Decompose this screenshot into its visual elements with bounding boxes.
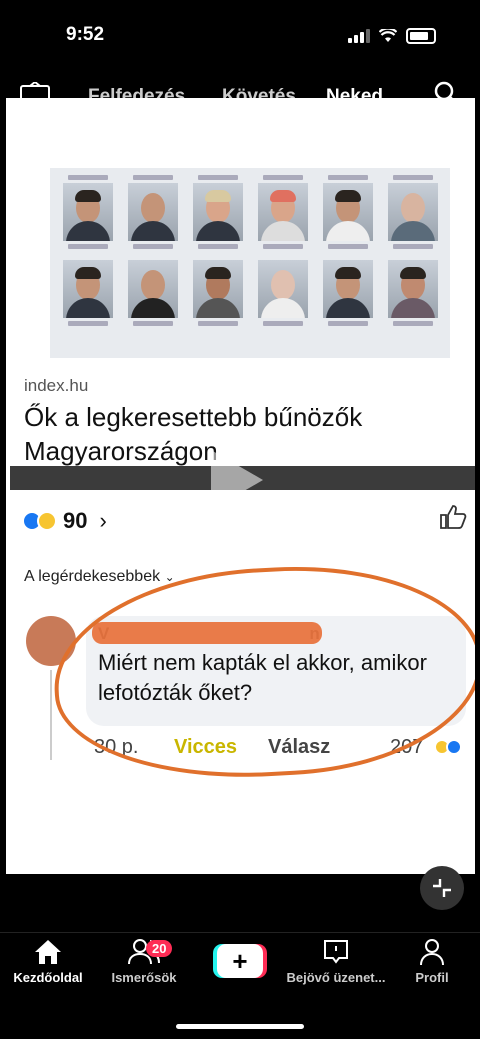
play-icon[interactable] <box>211 450 263 510</box>
nav-inbox-label: Bejövő üzenet... <box>286 970 386 985</box>
create-button[interactable]: + <box>213 944 267 978</box>
nav-profile[interactable]: Profil <box>384 938 480 985</box>
mugshot <box>190 172 245 252</box>
friends-badge: 20 <box>146 940 173 957</box>
mugshot <box>385 172 440 252</box>
mugshot <box>255 260 310 329</box>
mugshot <box>385 260 440 329</box>
reaction-count: 90 <box>63 508 88 533</box>
funny-reaction-button[interactable]: Vicces <box>174 736 237 759</box>
chevron-right-icon: › <box>99 508 107 533</box>
like-reaction-icon <box>446 739 462 755</box>
reaction-icons <box>22 511 57 531</box>
status-bar: 9:52 <box>0 0 480 70</box>
mugshot <box>125 172 180 252</box>
nav-profile-label: Profil <box>415 970 449 985</box>
comment-bubble[interactable]: Vn Miért nem kapták el akkor, amikor lef… <box>86 616 466 726</box>
reply-button[interactable]: Válasz <box>268 736 330 759</box>
clock: 9:52 <box>66 24 105 45</box>
thread-line <box>50 670 52 760</box>
comment-time: 30 p. <box>94 736 139 758</box>
comment-sort-dropdown[interactable]: A legérdekesebbek ⌄ <box>24 568 175 586</box>
status-icons <box>348 28 436 44</box>
home-icon <box>35 940 61 964</box>
mugshot <box>60 172 115 252</box>
profile-icon <box>420 939 444 966</box>
avatar[interactable] <box>26 616 76 666</box>
chevron-down-icon: ⌄ <box>164 570 175 584</box>
article-source[interactable]: index.hu <box>24 376 88 396</box>
mugshot <box>320 260 375 329</box>
nav-home[interactable]: Kezdőoldal <box>0 938 96 985</box>
wifi-icon <box>379 29 397 42</box>
inbox-icon <box>324 940 348 964</box>
nav-home-label: Kezdőoldal <box>13 970 83 985</box>
plus-icon: + <box>217 944 263 978</box>
mugshot <box>320 172 375 252</box>
nav-inbox[interactable]: Bejövő üzenet... <box>286 938 386 985</box>
mugshot-image[interactable] <box>50 168 450 358</box>
comment-reaction-icons <box>434 739 462 755</box>
comment-text: Miért nem kapták el akkor, amikor lefotó… <box>98 650 427 705</box>
mugshot <box>255 172 310 252</box>
mugshot <box>125 260 180 329</box>
battery-icon <box>406 28 436 44</box>
bottom-nav: Kezdőoldal 20 Ismerősök + Bejövő üzenet.… <box>0 932 480 1039</box>
comment-reaction-count[interactable]: 207 <box>390 736 423 759</box>
redaction-scribble <box>92 622 322 644</box>
haha-reaction-icon <box>37 511 57 531</box>
reaction-summary[interactable]: 90 › <box>22 508 107 534</box>
collapse-icon[interactable] <box>420 866 464 910</box>
nav-friends[interactable]: 20 Ismerősök <box>96 938 192 985</box>
sort-label-text: A legérdekesebbek <box>24 568 161 585</box>
thumbs-up-icon[interactable] <box>439 504 467 530</box>
mugshot <box>60 260 115 329</box>
signal-icon <box>348 29 370 43</box>
home-indicator <box>176 1024 304 1029</box>
nav-friends-label: Ismerősök <box>111 970 177 985</box>
post-card[interactable]: index.hu Ők a legkeresettebb bűnözők Mag… <box>6 98 475 874</box>
mugshot <box>190 260 245 329</box>
divider <box>0 932 480 933</box>
